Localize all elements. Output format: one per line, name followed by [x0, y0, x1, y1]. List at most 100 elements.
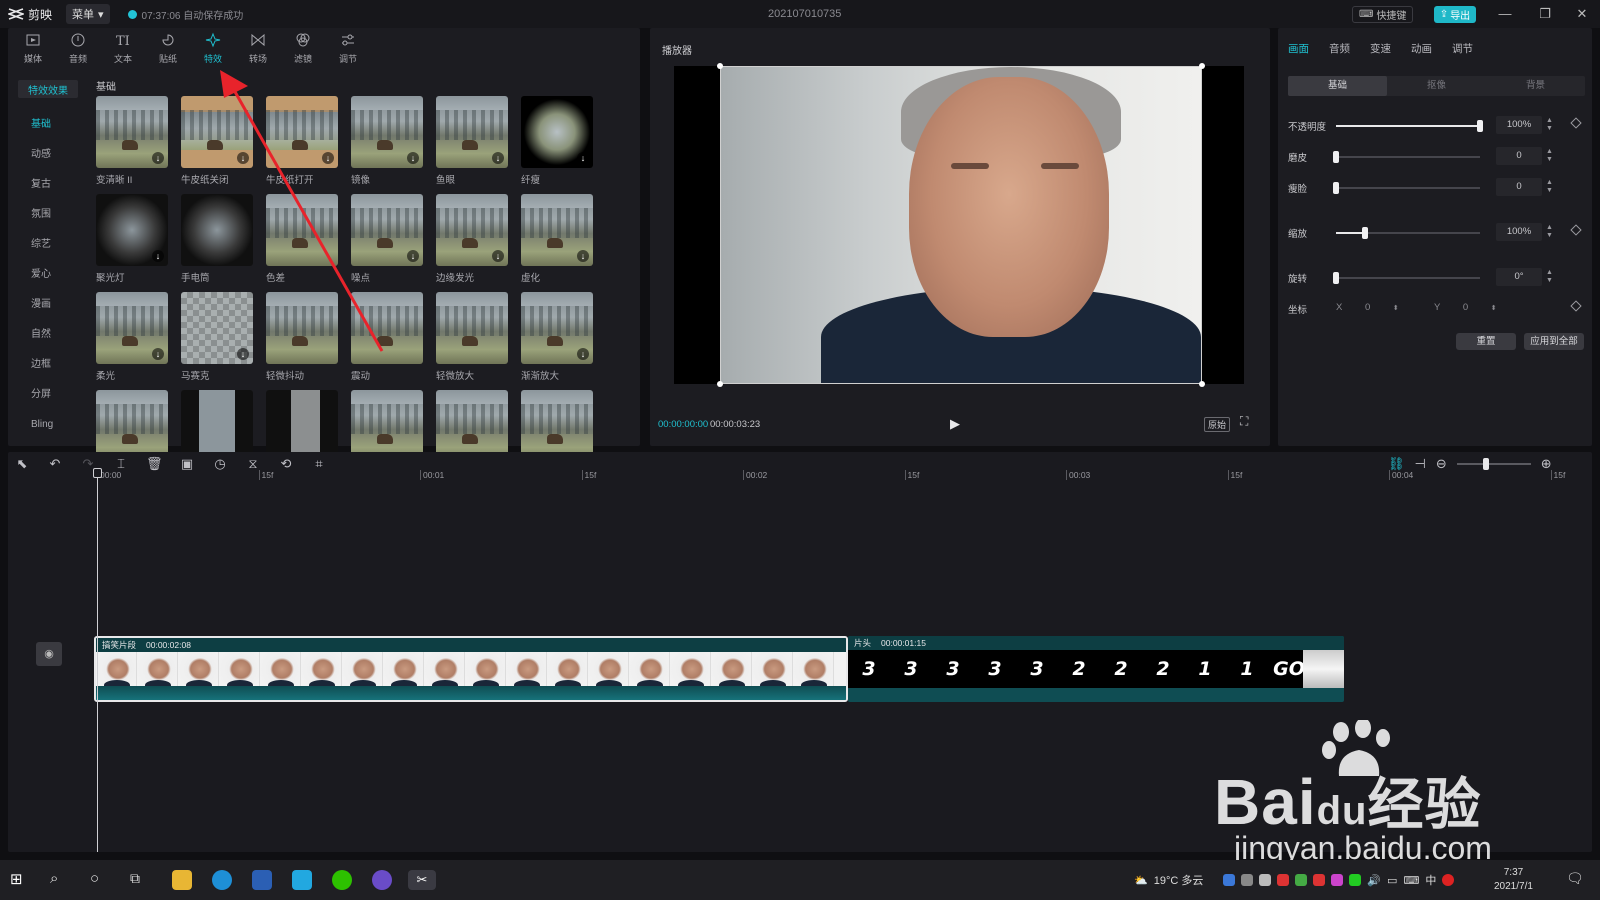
effect-thumbnail[interactable]: ↓ [521, 194, 593, 266]
property-value-field[interactable]: 100% [1496, 116, 1542, 134]
stepper-icon[interactable]: ⬍ [1393, 305, 1399, 312]
apply-all-button[interactable]: 应用到全部 [1524, 333, 1584, 350]
app-icon[interactable] [252, 870, 272, 890]
file-explorer-icon[interactable] [172, 870, 192, 890]
effect-item[interactable]: ↓ 柔光 [96, 292, 168, 382]
download-icon[interactable]: ↓ [407, 250, 419, 262]
tab-media[interactable]: 媒体 [18, 32, 48, 65]
ime-indicator[interactable]: 中 [1425, 872, 1436, 888]
tray-icon[interactable] [1241, 874, 1254, 886]
segment-option[interactable]: 抠像 [1387, 76, 1486, 96]
resize-handle[interactable] [717, 63, 723, 69]
keyframe-icon[interactable] [1570, 117, 1582, 129]
category-item[interactable]: 边框 [8, 350, 88, 380]
app-icon[interactable] [292, 870, 312, 890]
download-icon[interactable]: ↓ [577, 348, 589, 360]
effect-item[interactable]: ↓ 聚光灯 [96, 194, 168, 284]
properties-tab[interactable]: 画面 [1288, 41, 1309, 56]
stepper-icon[interactable]: ▲ ▼ [1546, 224, 1553, 240]
resize-handle[interactable] [717, 381, 723, 387]
video-preview[interactable] [674, 63, 1244, 387]
effect-thumbnail[interactable]: ↓ [96, 292, 168, 364]
download-icon[interactable]: ↓ [492, 152, 504, 164]
language-icon[interactable]: ⌨ [1403, 874, 1419, 887]
effect-thumbnail[interactable]: ↓ [521, 96, 593, 168]
stepper-icon[interactable]: ▲ ▼ [1546, 269, 1553, 285]
minimize-icon[interactable]: — [1495, 6, 1515, 21]
tab-transition[interactable]: 转场 [243, 32, 273, 65]
tray-icon[interactable] [1331, 874, 1344, 886]
effect-thumbnail[interactable]: ↓ [96, 194, 168, 266]
segment-option[interactable]: 背景 [1486, 76, 1585, 96]
properties-tab[interactable]: 变速 [1370, 41, 1391, 56]
effect-item[interactable]: ↓ 鱼眼 [436, 96, 508, 186]
tray-icon[interactable] [1295, 874, 1308, 886]
task-view-icon[interactable]: ⧉ [130, 870, 150, 890]
download-icon[interactable]: ↓ [152, 348, 164, 360]
microphone-icon[interactable] [1259, 874, 1272, 886]
tab-audio[interactable]: 音频 [63, 32, 93, 65]
close-icon[interactable]: ✕ [1572, 6, 1592, 22]
property-slider[interactable] [1336, 120, 1483, 132]
edge-browser-icon[interactable] [212, 870, 232, 890]
download-icon[interactable]: ↓ [152, 152, 164, 164]
stepper-icon[interactable]: ▲ ▼ [1546, 179, 1553, 195]
wechat-tray-icon[interactable] [1349, 874, 1362, 886]
fullscreen-icon[interactable]: ⛶ [1240, 414, 1248, 429]
stepper-icon[interactable]: ▲ ▼ [1546, 148, 1553, 164]
zoom-slider[interactable] [1456, 458, 1531, 470]
video-frame[interactable] [720, 66, 1202, 384]
shortcut-button[interactable]: ⌨ 快捷键 [1352, 6, 1414, 23]
ratio-button[interactable]: 原始 [1204, 417, 1231, 432]
position-y-field[interactable]: Y 0 ⬍ [1434, 299, 1498, 318]
effect-thumbnail[interactable]: ↓ [436, 194, 508, 266]
clock[interactable]: 7:37 2021/7/1 [1494, 866, 1533, 894]
download-icon[interactable]: ↓ [577, 152, 589, 164]
slider-knob[interactable] [1333, 151, 1339, 163]
tab-effects[interactable]: 特效 [198, 32, 228, 65]
notification-icon[interactable]: 🗨 [1566, 870, 1586, 890]
slider-knob[interactable] [1361, 227, 1368, 239]
effect-item[interactable]: 轻微放大 [436, 292, 508, 382]
tab-text[interactable]: TI 文本 [108, 32, 138, 65]
properties-tab[interactable]: 动画 [1411, 41, 1432, 56]
video-clip-1[interactable]: 搞笑片段 00:00:02:08 [94, 636, 848, 702]
effect-thumbnail[interactable]: ↓ [96, 96, 168, 168]
cortana-icon[interactable]: ○ [90, 870, 110, 890]
property-value-field[interactable]: 100% [1496, 223, 1542, 241]
property-slider[interactable] [1336, 227, 1480, 239]
effect-thumbnail[interactable] [436, 292, 508, 364]
tray-icon[interactable] [1277, 874, 1290, 886]
property-slider[interactable] [1333, 182, 1480, 194]
keyframe-icon[interactable] [1570, 224, 1582, 236]
category-item[interactable]: 分屏 [8, 380, 88, 410]
slider-knob[interactable] [1333, 182, 1339, 194]
effect-item[interactable]: ↓ 纤瘦 [521, 96, 593, 186]
tab-adjust[interactable]: 调节 [333, 32, 363, 65]
category-item[interactable]: 复古 [8, 170, 88, 200]
tab-filter[interactable]: 滤镜 [288, 32, 318, 65]
property-value-field[interactable]: 0° [1496, 268, 1542, 286]
category-item[interactable]: 基础 [8, 110, 88, 140]
stepper-icon[interactable]: ▲ ▼ [1546, 117, 1553, 133]
resize-handle[interactable] [1199, 381, 1205, 387]
download-icon[interactable]: ↓ [152, 250, 164, 262]
export-button[interactable]: ⇪ 导出 [1434, 6, 1476, 23]
category-item[interactable]: 漫画 [8, 290, 88, 320]
effect-item[interactable]: ↓ 虚化 [521, 194, 593, 284]
windows-start-icon[interactable]: ⊞ [10, 870, 30, 890]
tray-icon[interactable] [1442, 874, 1455, 886]
playhead-handle[interactable] [93, 468, 102, 478]
download-icon[interactable]: ↓ [407, 152, 419, 164]
properties-tab[interactable]: 调节 [1452, 41, 1473, 56]
stepper-icon[interactable]: ⬍ [1491, 305, 1497, 312]
slider-knob[interactable] [1333, 272, 1339, 284]
menu-button[interactable]: 菜单 ▾ [66, 4, 110, 24]
category-item[interactable]: 动感 [8, 140, 88, 170]
position-x-field[interactable]: X 0 ⬍ [1336, 299, 1400, 318]
keyframe-icon[interactable] [1570, 300, 1582, 312]
playhead[interactable] [97, 468, 98, 852]
effect-item[interactable]: ↓ 边缘发光 [436, 194, 508, 284]
zoom-knob[interactable] [1482, 458, 1489, 470]
mute-icon[interactable]: ◉ [36, 642, 62, 666]
